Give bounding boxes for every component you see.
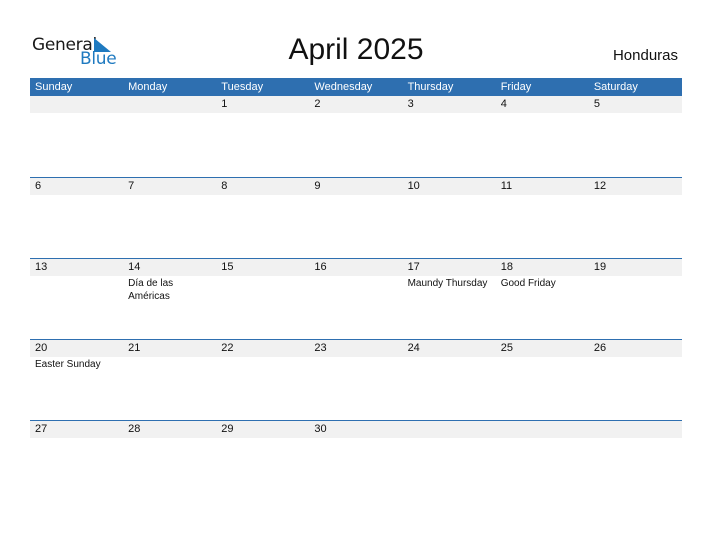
day-number: 24 [407, 342, 420, 354]
week-cells: 6 7 8 9 10 11 12 [30, 178, 682, 258]
day-cell [123, 96, 216, 177]
weekday-friday: Friday [500, 81, 532, 93]
day-number: 25 [500, 342, 513, 354]
weeks-container: 1 2 3 4 5 6 7 8 9 10 11 12 13 14 Día de las Américas 15… [30, 96, 682, 501]
holiday-label: Día de las Américas [128, 278, 174, 302]
day-cell: 20 Easter Sunday [30, 340, 123, 420]
day-cell: 26 [589, 340, 682, 420]
day-number [594, 421, 682, 438]
weekday-wednesday: Wednesday [314, 81, 373, 93]
day-cell: 15 [216, 259, 309, 339]
day-number: 11 [500, 180, 513, 192]
weekday-tuesday: Tuesday [221, 81, 264, 93]
day-cell: 2 [309, 96, 402, 177]
holiday-label: Maundy Thursday [407, 278, 488, 289]
calendar-week: 27 28 29 30 [30, 420, 682, 501]
day-number: 7 [128, 180, 135, 192]
week-cells: 20 Easter Sunday 21 22 23 24 25 26 [30, 340, 682, 420]
day-cell: 3 [403, 96, 496, 177]
day-cell: 6 [30, 178, 123, 258]
day-cell [496, 421, 589, 501]
day-cell: 11 [496, 178, 589, 258]
weekday-thursday: Thursday [407, 81, 454, 93]
day-cell: 18 Good Friday [496, 259, 589, 339]
calendar-week: 1 2 3 4 5 [30, 96, 682, 177]
calendar-grid: Sunday Monday Tuesday Wednesday Thursday… [30, 78, 682, 501]
day-number: 18 [500, 261, 513, 273]
day-number [408, 421, 496, 438]
day-cell: 4 [496, 96, 589, 177]
day-number: 27 [35, 423, 48, 435]
day-number [128, 96, 216, 113]
holiday-label: Good Friday [500, 278, 556, 289]
day-number [35, 96, 123, 113]
day-cell: 30 [309, 421, 402, 501]
day-cell: 22 [216, 340, 309, 420]
holiday-label: Easter Sunday [35, 359, 101, 370]
day-cell: 16 [309, 259, 402, 339]
day-cell: 5 [589, 96, 682, 177]
calendar-title: April 2025 [288, 33, 424, 66]
calendar-week: 6 7 8 9 10 11 12 [30, 177, 682, 258]
day-cell: 9 [309, 178, 402, 258]
day-number: 26 [593, 342, 607, 354]
day-cell: 25 [496, 340, 589, 420]
calendar-week: 13 14 Día de las Américas 15 16 17 Maundy Thur… [30, 258, 682, 339]
day-number: 16 [314, 261, 327, 273]
day-number: 6 [35, 180, 42, 192]
day-number: 19 [593, 261, 607, 273]
day-number: 2 [314, 98, 321, 110]
day-cell: 28 [123, 421, 216, 501]
day-cell: 7 [123, 178, 216, 258]
week-cells: 27 28 29 30 [30, 421, 682, 501]
day-cell: 27 [30, 421, 123, 501]
day-cell [30, 96, 123, 177]
day-number: 30 [314, 423, 327, 435]
weekday-saturday: Saturday [593, 81, 638, 93]
day-number: 28 [128, 423, 141, 435]
day-number: 10 [407, 180, 420, 192]
day-cell: 24 [403, 340, 496, 420]
day-number: 3 [407, 98, 414, 110]
day-number: 9 [314, 180, 321, 192]
weekday-header: Sunday Monday Tuesday Wednesday Thursday… [30, 78, 682, 96]
day-cell: 14 Día de las Américas [123, 259, 216, 339]
calendar-week: 20 Easter Sunday 21 22 23 24 25 26 [30, 339, 682, 420]
day-number: 29 [221, 423, 234, 435]
day-number: 22 [221, 342, 234, 354]
day-cell: 21 [123, 340, 216, 420]
day-number: 15 [221, 261, 234, 273]
day-cell: 29 [216, 421, 309, 501]
day-number: 12 [593, 180, 607, 192]
day-cell: 19 [589, 259, 682, 339]
day-number: 14 [128, 261, 141, 273]
weekday-monday: Monday [128, 81, 168, 93]
day-number: 13 [35, 261, 48, 273]
day-number: 1 [221, 98, 228, 110]
day-cell: 17 Maundy Thursday [403, 259, 496, 339]
day-number: 17 [407, 261, 420, 273]
day-cell [403, 421, 496, 501]
weekday-sunday: Sunday [35, 81, 73, 93]
day-number: 20 [35, 342, 48, 354]
country-label: Honduras [612, 47, 678, 64]
day-number [501, 421, 589, 438]
day-cell: 10 [403, 178, 496, 258]
week-cells: 1 2 3 4 5 [30, 96, 682, 177]
day-number: 4 [500, 98, 507, 110]
day-cell: 8 [216, 178, 309, 258]
day-cell: 13 [30, 259, 123, 339]
day-number: 8 [221, 180, 228, 192]
day-number: 5 [593, 98, 600, 110]
day-number: 21 [128, 342, 141, 354]
day-cell: 1 [216, 96, 309, 177]
day-number: 23 [314, 342, 327, 354]
day-cell: 23 [309, 340, 402, 420]
day-cell: 12 [589, 178, 682, 258]
week-cells: 13 14 Día de las Américas 15 16 17 Maundy Thur… [30, 259, 682, 339]
day-cell [589, 421, 682, 501]
